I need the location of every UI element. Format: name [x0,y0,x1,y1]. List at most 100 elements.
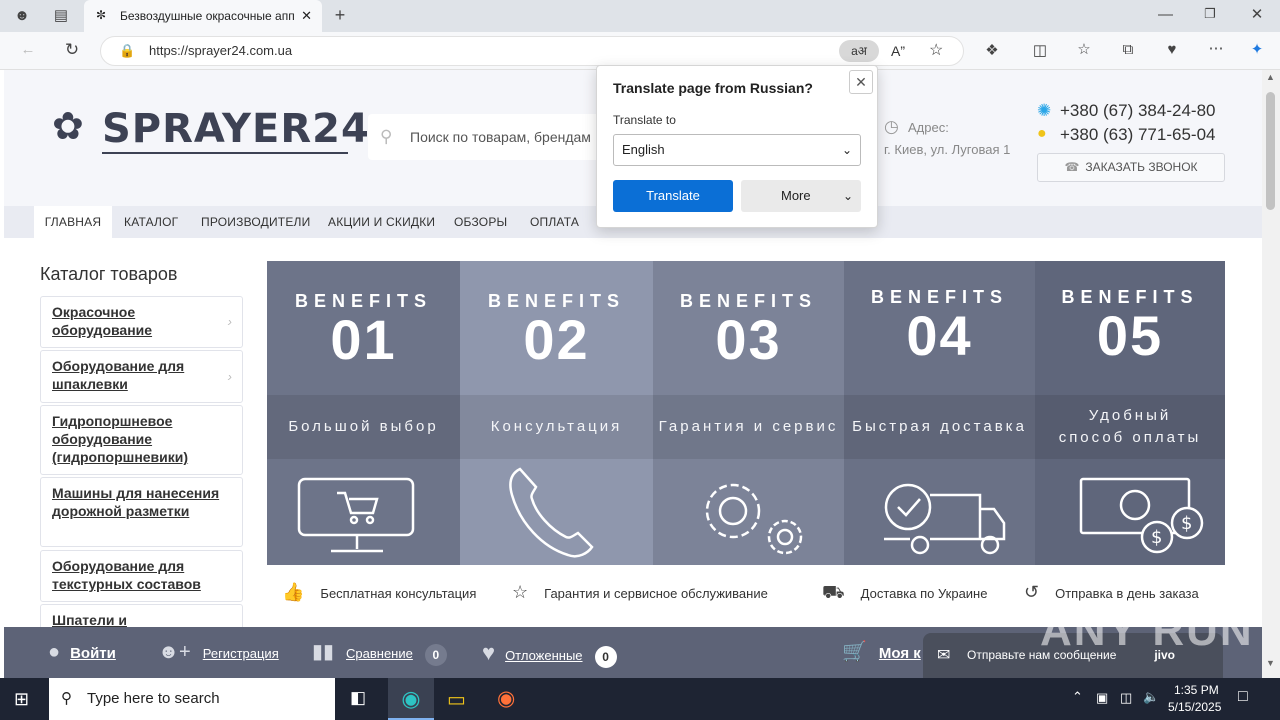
popup-title: Translate page from Russian? [613,80,813,96]
refresh-icon[interactable]: ↻ [62,40,82,60]
clock-date[interactable]: 5/15/2025 [1168,700,1221,714]
register-link[interactable]: ☻+ Регистрация [158,627,279,678]
firefox-icon[interactable]: ◉ [497,686,515,711]
task-view-icon[interactable]: ◧ [350,688,366,708]
tray-wifi-icon[interactable]: ◫ [1120,690,1132,706]
benefit-label: Удобный способ оплаты [1035,395,1225,459]
browser-essentials-icon[interactable]: ♥ [1162,41,1182,58]
nav-sales[interactable]: АКЦИИ И СКИДКИ [328,206,435,238]
url-field[interactable]: 🔒 https://sprayer24.com.ua aअ A” ☆ [100,36,964,66]
catalog-item[interactable]: Машины для нанесения дорожной разметки [40,477,243,547]
windows-start-icon[interactable]: ⊞ [14,689,29,710]
catalog-item[interactable]: Оборудование для шпаклевки › [40,350,243,403]
cart-link[interactable]: 🛒 Моя к [842,627,921,678]
history-icon: ↺ [1024,582,1040,602]
search-input[interactable]: ⚲ Поиск по товарам, брендам [368,114,608,160]
page-scrollbar[interactable]: ▲ ▼ [1262,70,1280,678]
chevron-down-icon: ⌄ [841,143,852,157]
close-window-icon[interactable]: ✕ [1249,5,1265,23]
read-aloud-icon[interactable]: A” [891,37,905,65]
copilot-icon[interactable]: ✦ [1246,40,1268,58]
active-tab[interactable]: ✼ Безвоздушные окрасочные апп ✕ [84,0,322,32]
tab-actions-icon[interactable]: ▤ [52,6,70,24]
notification-icon[interactable]: □ [1238,688,1248,706]
phone-2[interactable]: +380 (63) 771-65-04 [1060,125,1215,145]
favorites-icon[interactable]: ☆ [1074,40,1094,58]
scroll-thumb[interactable] [1266,92,1275,210]
more-chevron-icon: ⌄ [842,189,853,203]
nav-reviews[interactable]: ОБЗОРЫ [454,206,507,238]
scroll-up-icon[interactable]: ▲ [1266,72,1275,82]
nav-home[interactable]: ГЛАВНАЯ [34,206,112,238]
taskbar-search-placeholder: Type here to search [87,690,220,707]
heart-icon: ♥ [482,640,496,665]
file-explorer-icon[interactable]: ▭ [447,687,466,712]
chevron-right-icon: › [227,368,232,384]
feature-delivery: ⛟ Доставка по Украине [822,582,987,606]
split-screen-icon[interactable]: ◫ [1030,41,1050,59]
catalog-item[interactable]: Гидропоршневое оборудование (гидропоршне… [40,405,243,475]
star-outline-icon: ☆ [512,582,529,602]
bar-chart-icon: ▮▮ [312,641,335,663]
translate-to-label: Translate to [613,113,676,127]
translate-button[interactable]: Translate [613,180,733,212]
extensions-icon[interactable]: ❖ [982,41,1002,59]
benefits-banner[interactable]: BENEFITS 01 Большой выбор BENEFITS 02 Ко… [267,261,1225,565]
phone-1[interactable]: +380 (67) 384-24-80 [1060,101,1215,121]
catalog-item[interactable]: Окрасочное оборудование › [40,296,243,348]
benefit-4: BENEFITS 04 Быстрая доставка [844,261,1035,565]
nav-payment[interactable]: ОПЛАТА [530,206,579,238]
benefit-1: BENEFITS 01 Большой выбор [267,261,460,565]
tray-chevron-icon[interactable]: ⌃ [1072,689,1083,705]
search-magnifier-icon: ⚲ [61,690,72,707]
back-icon[interactable]: ← [18,41,38,58]
benefit-label: Большой выбор [267,395,460,459]
tray-network-icon[interactable]: ▣ [1096,690,1108,706]
cart-label: Моя к [878,645,921,662]
spray-gun-icon: ✿ [52,106,84,148]
minimize-icon[interactable]: — [1158,6,1173,23]
tray-volume-icon[interactable]: 🔈 [1143,689,1159,705]
tab-favicon-icon: ✼ [96,8,107,22]
more-button[interactable]: More ⌄ [741,180,861,212]
wishlist-count: 0 [594,645,617,668]
user-icon: ● [48,641,61,663]
new-tab-icon[interactable]: + [330,5,350,26]
call-back-button[interactable]: ☎ ЗАКАЗАТЬ ЗВОНОК [1037,153,1225,182]
login-link[interactable]: ● Войти [48,627,116,678]
more-menu-icon[interactable]: ⋯ [1206,39,1226,57]
money-icon: $$ [1079,477,1204,554]
catalog-item-label: Оборудование для шпаклевки [52,358,185,392]
chevron-right-icon: › [227,314,232,329]
translate-icon[interactable]: aअ [839,40,879,62]
language-select[interactable]: English ⌄ [613,134,861,166]
address-label: Адрес: [908,120,949,135]
collections-icon[interactable]: ⧉ [1118,41,1138,58]
svg-text:$: $ [1181,513,1192,534]
nav-catalog[interactable]: КАТАЛОГ [124,206,178,238]
restore-icon[interactable]: ❐ [1203,6,1217,22]
nav-brands[interactable]: ПРОИЗВОДИТЕЛИ [201,206,310,238]
benefit-5: BENEFITS 05 Удобный способ оплаты $ $ [1035,261,1225,565]
catalog-item[interactable]: Оборудование для текстурных составов [40,550,243,602]
phone-small-icon: ☎ [1064,160,1080,174]
feature-warranty: ☆ Гарантия и сервисное обслуживание [512,582,768,603]
search-icon: ⚲ [380,127,393,146]
benefit-number: 04 [906,304,973,367]
profile-icon[interactable]: ☻ [12,7,32,24]
benefit-2: BENEFITS 02 Консультация [460,261,653,565]
clock-time[interactable]: 1:35 PM [1174,683,1219,697]
search-placeholder: Поиск по товарам, брендам [410,129,591,145]
compare-link[interactable]: ▮▮ Сравнение 0 [312,627,447,678]
benefit-label: Быстрая доставка [844,395,1035,459]
site-logo[interactable]: ✿ SPRAYER24 [52,100,369,156]
edge-taskbar-icon[interactable]: ◉ [388,678,434,720]
popup-close-icon[interactable]: ✕ [849,70,873,94]
benefit-label: Гарантия и сервис [653,395,844,459]
tab-close-icon[interactable]: ✕ [301,8,312,24]
favorite-star-icon[interactable]: ☆ [929,37,943,65]
scroll-down-icon[interactable]: ▼ [1266,658,1275,668]
taskbar-search[interactable]: ⚲ Type here to search [49,678,335,720]
wishlist-link[interactable]: ♥ Отложенные 0 [482,627,617,678]
add-user-icon: ☻+ [158,641,191,663]
